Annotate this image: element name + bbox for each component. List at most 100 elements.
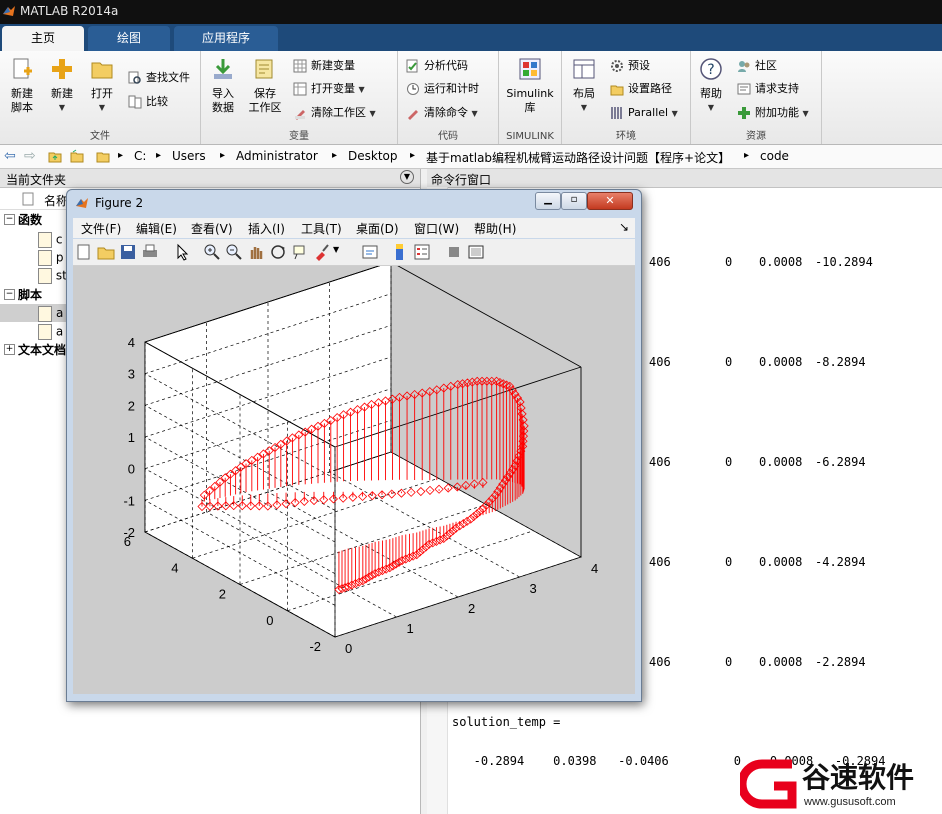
breadcrumb-item[interactable]: C: bbox=[134, 149, 146, 163]
help-dropdown-icon[interactable]: ▼ bbox=[691, 101, 731, 115]
browse-folder-icon[interactable] bbox=[70, 149, 84, 163]
save-workspace-button[interactable]: 保存 工作区 bbox=[245, 53, 285, 115]
new-figure-icon[interactable] bbox=[75, 243, 93, 261]
breadcrumb-separator-icon[interactable]: ▸ bbox=[410, 150, 415, 161]
figure-menu-item[interactable]: 查看(V) bbox=[191, 220, 233, 237]
name-column-header[interactable]: 名称 bbox=[44, 192, 68, 209]
output-value: 406 bbox=[649, 255, 671, 269]
request-support-button[interactable]: 请求支持 bbox=[737, 80, 799, 98]
analyze-code-button[interactable]: 分析代码 bbox=[406, 57, 468, 75]
figure-menu-item[interactable]: 工具(T) bbox=[301, 220, 342, 237]
community-button[interactable]: 社区 bbox=[737, 57, 777, 75]
breadcrumb-item[interactable]: 基于matlab编程机械臂运动路径设计问题【程序+论文】 bbox=[426, 149, 730, 166]
brush-dropdown-icon[interactable]: ▼ bbox=[333, 245, 339, 254]
file-item[interactable]: c bbox=[38, 232, 62, 248]
set-path-button[interactable]: 设置路径 bbox=[610, 80, 672, 98]
layout-button[interactable]: 布局 ▼ bbox=[564, 53, 604, 115]
legend-icon[interactable] bbox=[413, 243, 431, 261]
print-icon[interactable] bbox=[141, 243, 159, 261]
close-button[interactable]: ✕ bbox=[587, 192, 633, 210]
new-button[interactable]: 新建 ▼ bbox=[42, 53, 82, 115]
figure-window[interactable]: Figure 2 ▁ ▫ ✕ 文件(F) 编辑(E) 查看(V) 插入(I) 工具(T)… bbox=[66, 189, 642, 702]
up-folder-icon[interactable] bbox=[48, 149, 62, 163]
pan-hand-icon[interactable] bbox=[247, 243, 265, 261]
addons-button[interactable]: 附加功能 ▼ bbox=[737, 104, 809, 122]
forward-arrow-icon[interactable]: ⇨ bbox=[24, 148, 36, 164]
breadcrumb-item[interactable]: code bbox=[760, 149, 789, 163]
simulink-library-button[interactable]: Simulink 库 bbox=[503, 53, 557, 115]
expand-icon[interactable]: + bbox=[4, 344, 15, 355]
figure-menu-item[interactable]: 插入(I) bbox=[248, 220, 285, 237]
breadcrumb-separator-icon[interactable]: ▸ bbox=[156, 150, 161, 161]
breadcrumb-separator-icon[interactable]: ▸ bbox=[220, 150, 225, 161]
compare-button[interactable]: 比较 bbox=[128, 93, 168, 111]
tab-apps[interactable]: 应用程序 bbox=[174, 26, 278, 51]
breadcrumb-item[interactable]: Administrator bbox=[236, 149, 318, 163]
parallel-button[interactable]: Parallel ▼ bbox=[610, 104, 678, 122]
window-title-bar: MATLAB R2014a bbox=[0, 0, 942, 24]
figure-menu-item[interactable]: 窗口(W) bbox=[414, 220, 459, 237]
zoom-in-icon[interactable] bbox=[203, 243, 221, 261]
tab-plots[interactable]: 绘图 bbox=[88, 26, 170, 51]
open-file-icon[interactable] bbox=[97, 243, 115, 261]
brush-icon[interactable] bbox=[313, 243, 331, 261]
collapse-icon[interactable]: − bbox=[4, 214, 15, 225]
dock-arrow-icon[interactable]: ↘ bbox=[619, 220, 629, 234]
parallel-dropdown-icon[interactable]: ▼ bbox=[672, 109, 678, 118]
figure-menu-item[interactable]: 桌面(D) bbox=[356, 220, 399, 237]
current-folder-title: 当前文件夹 bbox=[6, 173, 67, 187]
minimize-button[interactable]: ▁ bbox=[535, 192, 561, 210]
file-item[interactable]: st bbox=[38, 268, 67, 284]
layout-dropdown-icon[interactable]: ▼ bbox=[564, 101, 604, 115]
open-variable-dropdown-icon[interactable]: ▼ bbox=[359, 85, 365, 94]
clear-workspace-dropdown-icon[interactable]: ▼ bbox=[370, 109, 376, 118]
file-item[interactable]: a bbox=[38, 324, 63, 340]
open-variable-label: 打开变量 bbox=[311, 82, 355, 95]
clear-commands-dropdown-icon[interactable]: ▼ bbox=[472, 109, 478, 118]
figure-menu-item[interactable]: 编辑(E) bbox=[136, 220, 177, 237]
file-item[interactable]: p bbox=[38, 250, 63, 266]
panel-actions-icon[interactable]: ▼ bbox=[400, 170, 414, 184]
collapse-icon[interactable]: − bbox=[4, 289, 15, 300]
breadcrumb-separator-icon[interactable]: ▸ bbox=[744, 150, 749, 161]
link-plot-icon[interactable] bbox=[361, 243, 379, 261]
output-value: 0.0008 bbox=[759, 555, 803, 569]
gusu-logo-icon bbox=[740, 759, 797, 809]
back-arrow-icon[interactable]: ⇦ bbox=[4, 148, 16, 164]
colorbar-icon[interactable] bbox=[391, 243, 409, 261]
save-icon[interactable] bbox=[119, 243, 137, 261]
breadcrumb-item[interactable]: Users bbox=[172, 149, 206, 163]
select-arrow-icon[interactable] bbox=[173, 243, 191, 261]
breadcrumb-separator-icon[interactable]: ▸ bbox=[332, 150, 337, 161]
m-file-icon bbox=[38, 250, 52, 266]
addons-dropdown-icon[interactable]: ▼ bbox=[803, 109, 809, 118]
figure-menu-item[interactable]: 帮助(H) bbox=[474, 220, 516, 237]
output-value: 0 bbox=[725, 555, 733, 569]
figure-menu-item[interactable]: 文件(F) bbox=[81, 220, 121, 237]
open-folder-icon bbox=[91, 62, 113, 79]
clear-workspace-button[interactable]: 清除工作区 ▼ bbox=[293, 104, 376, 122]
new-script-button[interactable]: 新建 脚本 bbox=[2, 53, 42, 115]
clear-commands-button[interactable]: 清除命令 ▼ bbox=[406, 104, 478, 122]
data-cursor-icon[interactable] bbox=[291, 243, 309, 261]
rotate-3d-icon[interactable] bbox=[269, 243, 287, 261]
breadcrumb-item[interactable]: Desktop bbox=[348, 149, 398, 163]
open-variable-button[interactable]: 打开变量 ▼ bbox=[293, 80, 365, 98]
new-variable-button[interactable]: 新建变量 bbox=[293, 57, 355, 75]
output-value: 0.0008 bbox=[759, 255, 803, 269]
open-dropdown-icon[interactable]: ▼ bbox=[82, 101, 122, 115]
run-and-time-button[interactable]: 运行和计时 bbox=[406, 80, 479, 98]
preferences-button[interactable]: 预设 bbox=[610, 57, 650, 75]
new-dropdown-icon[interactable]: ▼ bbox=[42, 101, 82, 115]
help-button[interactable]: ? 帮助 ▼ bbox=[691, 53, 731, 115]
find-files-button[interactable]: 查找文件 bbox=[128, 69, 190, 87]
tab-home[interactable]: 主页 bbox=[2, 26, 84, 51]
open-button[interactable]: 打开 ▼ bbox=[82, 53, 122, 115]
maximize-button[interactable]: ▫ bbox=[561, 192, 587, 210]
import-data-button[interactable]: 导入 数据 bbox=[203, 53, 243, 115]
hide-plot-tools-icon[interactable] bbox=[445, 243, 463, 261]
breadcrumb-separator-icon[interactable]: ▸ bbox=[118, 150, 123, 161]
show-plot-tools-icon[interactable] bbox=[467, 243, 485, 261]
zoom-out-icon[interactable] bbox=[225, 243, 243, 261]
figure-canvas[interactable]: 4 3 2 1 0 -1 -2 6 4 2 0 -2 0 1 2 3 4 bbox=[73, 261, 635, 694]
